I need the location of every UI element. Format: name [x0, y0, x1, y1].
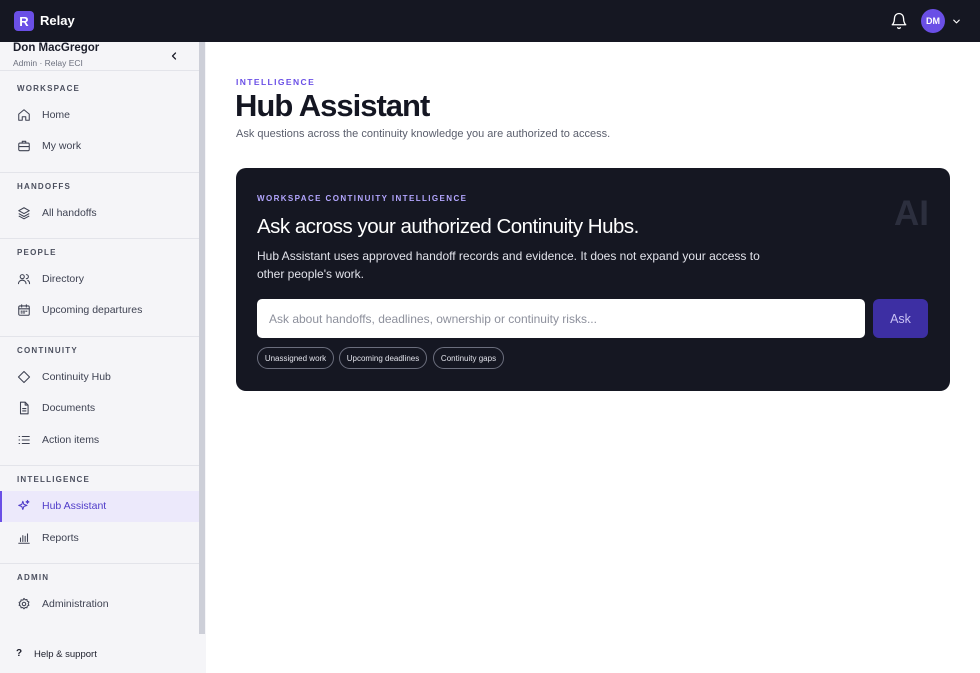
- bar-chart-icon: [18, 533, 30, 544]
- sidebar-item-label: Administration: [42, 598, 109, 610]
- section-label-admin: ADMIN: [17, 573, 50, 582]
- sidebar-item-label: Upcoming departures: [42, 304, 143, 316]
- section-label-continuity: CONTINUITY: [17, 346, 78, 355]
- suggestion-chip-upcoming-deadlines[interactable]: Upcoming deadlines: [339, 347, 427, 369]
- divider: [0, 70, 199, 71]
- page-subtitle: Ask questions across the continuity know…: [236, 128, 611, 140]
- sidebar-item-label: My work: [42, 140, 82, 152]
- avatar[interactable]: DM: [921, 9, 945, 33]
- divider: [0, 563, 199, 564]
- sidebar-item-label: Hub Assistant: [42, 500, 107, 512]
- users-icon: [17, 274, 31, 285]
- sidebar-scrollbar[interactable]: [199, 42, 205, 634]
- sidebar-item-my-work[interactable]: My work: [0, 131, 199, 162]
- divider: [0, 336, 199, 337]
- sidebar-item-action-items[interactable]: Action items: [0, 425, 199, 456]
- suggestion-chip-unassigned-work[interactable]: Unassigned work: [257, 347, 334, 369]
- divider: [0, 172, 199, 173]
- gear-icon: [18, 597, 30, 610]
- sidebar-item-label: Documents: [42, 402, 96, 414]
- section-label-handoffs: HANDOFFS: [17, 182, 72, 191]
- sidebar-item-hub-assistant[interactable]: Hub Assistant: [0, 491, 199, 522]
- sidebar-item-upcoming-departures[interactable]: Upcoming departures: [0, 295, 199, 326]
- sidebar-item-label: All handoffs: [42, 207, 97, 219]
- layers-icon: [18, 207, 30, 220]
- sidebar-item-reports[interactable]: Reports: [0, 523, 199, 554]
- app-name[interactable]: Relay: [40, 13, 75, 28]
- sidebar-item-label: Continuity Hub: [42, 371, 111, 383]
- section-label-workspace: WORKSPACE: [17, 84, 81, 93]
- ask-input[interactable]: [257, 299, 865, 338]
- section-label-people: PEOPLE: [17, 248, 57, 257]
- divider: [0, 238, 199, 239]
- user-role: Admin · Relay ECI: [13, 58, 83, 68]
- divider: [0, 465, 199, 466]
- top-bar: R Relay DM: [0, 0, 980, 42]
- chevron-left-icon[interactable]: [168, 50, 180, 62]
- sidebar-item-documents[interactable]: Documents: [0, 393, 199, 424]
- ai-watermark: AI: [894, 194, 929, 233]
- sparkle-icon: [18, 499, 30, 511]
- section-label-intelligence: INTELLIGENCE: [17, 475, 91, 484]
- assistant-card: WORKSPACE CONTINUITY INTELLIGENCE Ask ac…: [236, 168, 950, 391]
- calendar-icon: [18, 304, 30, 316]
- sidebar-item-label: Reports: [42, 532, 79, 544]
- ask-button[interactable]: Ask: [873, 299, 928, 338]
- card-eyebrow: WORKSPACE CONTINUITY INTELLIGENCE: [257, 194, 468, 203]
- logo-icon[interactable]: R: [14, 11, 34, 31]
- user-name: Don MacGregor: [13, 42, 100, 54]
- document-icon: [19, 401, 29, 415]
- sidebar-item-home[interactable]: Home: [0, 100, 199, 131]
- sidebar-item-continuity-hub[interactable]: Continuity Hub: [0, 362, 199, 393]
- page-eyebrow: INTELLIGENCE: [236, 77, 316, 87]
- sidebar-item-label: Directory: [42, 273, 85, 285]
- card-title: Ask across your authorized Continuity Hu…: [257, 215, 639, 238]
- bell-icon[interactable]: [890, 12, 908, 30]
- diamond-icon: [17, 370, 31, 384]
- briefcase-icon: [18, 140, 30, 152]
- suggestion-chip-continuity-gaps[interactable]: Continuity gaps: [433, 347, 504, 369]
- home-icon: [18, 109, 30, 121]
- sidebar-item-administration[interactable]: Administration: [0, 589, 199, 620]
- chevron-down-icon[interactable]: [951, 16, 962, 27]
- sidebar-item-label: Action items: [42, 434, 100, 446]
- card-description: Hub Assistant uses approved handoff reco…: [257, 249, 760, 281]
- list-icon: [18, 435, 30, 445]
- help-label: Help & support: [34, 649, 97, 660]
- help-support-link[interactable]: ? Help & support: [0, 634, 206, 673]
- page-title: Hub Assistant: [235, 88, 430, 123]
- sidebar-item-label: Home: [42, 109, 71, 121]
- help-icon: ?: [16, 648, 23, 659]
- sidebar-item-directory[interactable]: Directory: [0, 264, 199, 295]
- sidebar-item-all-handoffs[interactable]: All handoffs: [0, 198, 199, 229]
- sidebar: Don MacGregor Admin · Relay ECI WORKSPAC…: [0, 42, 206, 673]
